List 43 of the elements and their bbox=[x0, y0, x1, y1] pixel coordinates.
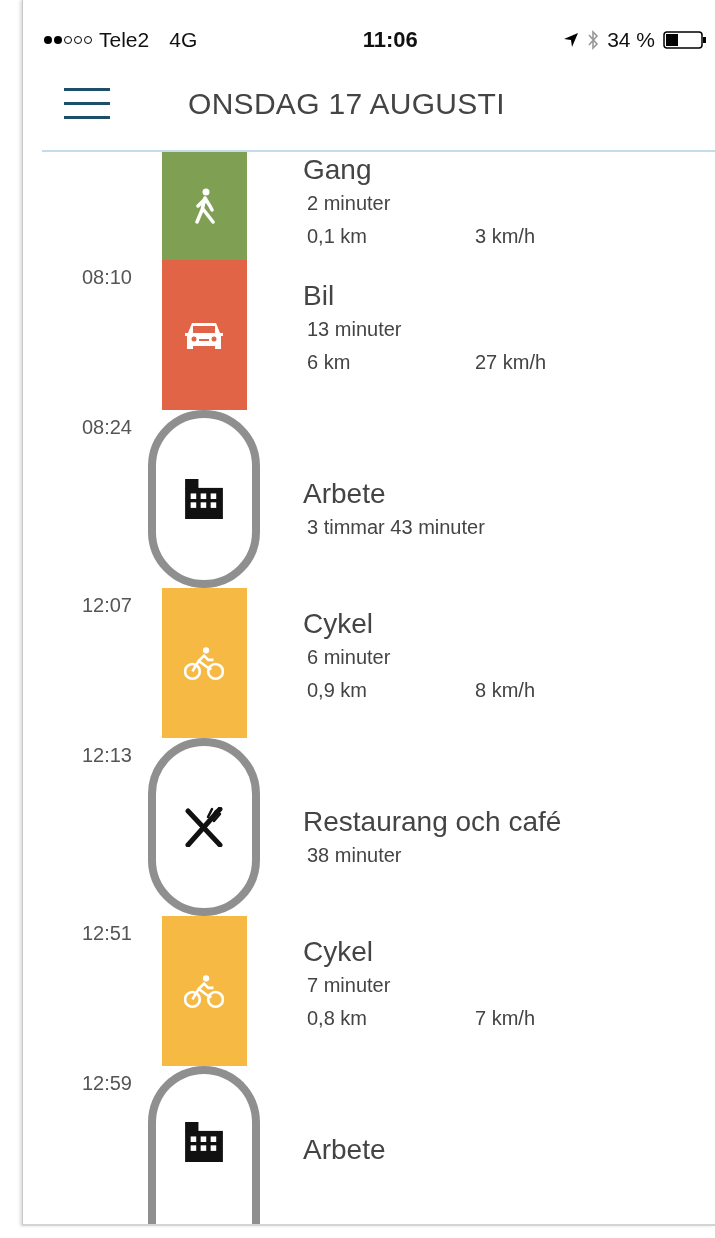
time-label: 12:07 bbox=[81, 594, 132, 617]
speed-text: 27 km/h bbox=[475, 351, 547, 374]
activity-title: Gang bbox=[303, 154, 373, 186]
activity-title: Cykel bbox=[303, 608, 374, 640]
duration-text: 6 minuter bbox=[307, 646, 392, 669]
speed-text: 7 km/h bbox=[475, 1007, 536, 1030]
carrier-name: Tele2 bbox=[99, 28, 150, 52]
distance-text: 0,9 km bbox=[307, 679, 369, 702]
location-arrow-icon bbox=[563, 32, 580, 48]
battery-percent: 34 % bbox=[607, 28, 655, 52]
network-type: 4G bbox=[169, 28, 198, 52]
bluetooth-icon bbox=[587, 30, 600, 50]
time-label: 08:10 bbox=[81, 266, 132, 289]
building-icon bbox=[184, 1122, 224, 1162]
activity-title: Bil bbox=[303, 280, 336, 312]
activity-title: Arbete bbox=[303, 478, 387, 510]
fork-knife-icon bbox=[184, 807, 224, 847]
time-label: 12:51 bbox=[81, 922, 132, 945]
duration-text: 2 minuter bbox=[307, 192, 392, 215]
duration-text: 38 minuter bbox=[307, 844, 403, 867]
time-label: 08:24 bbox=[81, 416, 132, 439]
time-label: 12:59 bbox=[81, 1072, 132, 1095]
activity-title: Restaurang och café bbox=[303, 806, 563, 838]
activity-title: Cykel bbox=[303, 936, 374, 968]
signal-icon bbox=[43, 35, 93, 45]
duration-text: 7 minuter bbox=[307, 974, 392, 997]
battery-icon bbox=[663, 30, 707, 50]
page-title: ONSDAG 17 AUGUSTI bbox=[188, 87, 505, 121]
menu-icon bbox=[64, 86, 110, 122]
time-label: 12:13 bbox=[81, 744, 132, 767]
status-time: 11:06 bbox=[362, 27, 418, 53]
building-icon bbox=[184, 479, 224, 519]
speed-text: 3 km/h bbox=[475, 225, 536, 248]
duration-text: 13 minuter bbox=[307, 318, 403, 341]
speed-text: 8 km/h bbox=[475, 679, 536, 702]
bicycle-icon bbox=[184, 645, 224, 681]
duration-text: 3 timmar 43 minuter bbox=[307, 516, 486, 539]
menu-button[interactable] bbox=[64, 86, 110, 122]
distance-text: 0,1 km bbox=[307, 225, 369, 248]
distance-text: 0,8 km bbox=[307, 1007, 369, 1030]
distance-text: 6 km bbox=[307, 351, 352, 374]
bicycle-icon bbox=[184, 973, 224, 1009]
activity-title: Arbete bbox=[303, 1134, 387, 1166]
